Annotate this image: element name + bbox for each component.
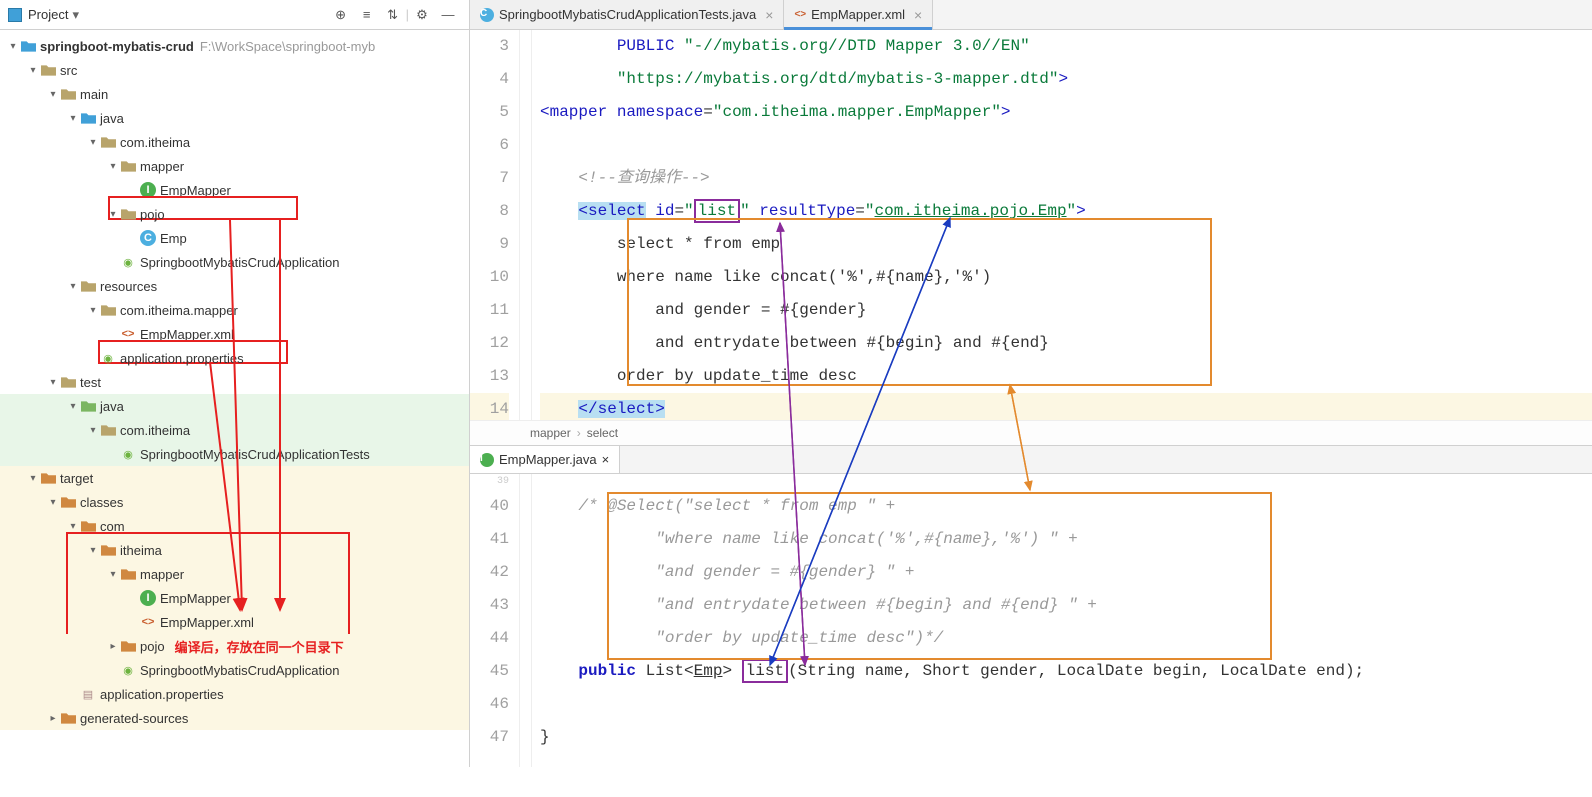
breadcrumb: mapper › select — [470, 420, 1592, 446]
gear-icon[interactable]: ⚙ — [413, 6, 431, 24]
expand-icon[interactable]: ⇅ — [384, 6, 402, 24]
tree-itheima[interactable]: ▾ itheima — [0, 538, 469, 562]
red-annotation-text: 编译后，存放在同一个目录下 — [175, 637, 344, 656]
project-label: Project — [28, 7, 68, 22]
spring-icon: ◉ — [120, 662, 136, 678]
target-icon[interactable]: ⊕ — [332, 6, 350, 24]
tree-res-mapper[interactable]: ▾ com.itheima.mapper — [0, 298, 469, 322]
project-sidebar: Project ▾ ⊕ ≡ ⇅ | ⚙ — ▾ springboot-mybat… — [0, 0, 470, 767]
tree-root[interactable]: ▾ springboot-mybatis-crud F:\WorkSpace\s… — [0, 34, 469, 58]
tree-test[interactable]: ▾ test — [0, 370, 469, 394]
gutter: 394041424344454647 — [470, 474, 520, 767]
tab-label: SpringbootMybatisCrudApplicationTests.ja… — [499, 7, 756, 22]
project-icon — [8, 8, 22, 22]
project-tree: ▾ springboot-mybatis-crud F:\WorkSpace\s… — [0, 30, 469, 767]
editor-tab-bar: C SpringbootMybatisCrudApplicationTests.… — [470, 0, 1592, 30]
project-path: F:\WorkSpace\springboot-myb — [200, 39, 375, 54]
close-icon[interactable]: × — [765, 7, 773, 23]
tree-java[interactable]: ▾ java — [0, 106, 469, 130]
tree-resources[interactable]: ▾ resources — [0, 274, 469, 298]
tree-app-main[interactable]: ▾◉ SpringbootMybatisCrudApplication — [0, 250, 469, 274]
tree-pojo[interactable]: ▾ pojo — [0, 202, 469, 226]
close-icon[interactable]: × — [914, 7, 922, 23]
tab-label: EmpMapper.java — [499, 452, 597, 467]
crumb[interactable]: select — [587, 426, 618, 440]
spring-icon: ◉ — [120, 446, 136, 462]
tree-app-props[interactable]: ▾◉ application.properties — [0, 346, 469, 370]
code-body[interactable]: /* @Select("select * from emp " + "where… — [532, 474, 1592, 767]
tree-emp-mapper2[interactable]: ▾I EmpMapper — [0, 586, 469, 610]
tree-emp-mapper[interactable]: ▾I EmpMapper — [0, 178, 469, 202]
tree-emp[interactable]: ▾C Emp — [0, 226, 469, 250]
class-icon: C — [140, 230, 156, 246]
tree-app-tests[interactable]: ▾◉ SpringbootMybatisCrudApplicationTests — [0, 442, 469, 466]
java-editor[interactable]: 394041424344454647 /* @Select("select * … — [470, 474, 1592, 767]
secondary-tab-bar: I EmpMapper.java × — [470, 446, 1592, 474]
tree-mapper[interactable]: ▾ mapper — [0, 154, 469, 178]
crumb[interactable]: mapper — [530, 426, 571, 440]
xml-editor[interactable]: 34567891011121314 PUBLIC "-//mybatis.org… — [470, 30, 1592, 420]
tree-app-props2[interactable]: ▾▤ application.properties — [0, 682, 469, 706]
tab-java[interactable]: I EmpMapper.java × — [470, 446, 620, 473]
project-name[interactable]: springboot-mybatis-crud — [40, 39, 194, 54]
gutter: 34567891011121314 — [470, 30, 520, 420]
interface-icon: I — [480, 453, 494, 467]
tree-emp-mapper-xml2[interactable]: ▾<> EmpMapper.xml — [0, 610, 469, 634]
tree-mapper2[interactable]: ▾ mapper — [0, 562, 469, 586]
tree-com[interactable]: ▾ com — [0, 514, 469, 538]
collapse-icon[interactable]: ≡ — [358, 6, 376, 24]
hide-icon[interactable]: — — [439, 6, 457, 24]
tab-label: EmpMapper.xml — [811, 7, 905, 22]
close-icon[interactable]: × — [602, 452, 610, 467]
tree-main[interactable]: ▾ main — [0, 82, 469, 106]
dropdown-arrow-icon[interactable]: ▾ — [72, 7, 79, 23]
interface-icon: I — [140, 182, 156, 198]
spring-icon: ◉ — [100, 350, 116, 366]
editor-area: C SpringbootMybatisCrudApplicationTests.… — [470, 0, 1592, 767]
tree-test-com-itheima[interactable]: ▾ com.itheima — [0, 418, 469, 442]
tree-emp-mapper-xml[interactable]: ▾<> EmpMapper.xml — [0, 322, 469, 346]
sidebar-header: Project ▾ ⊕ ≡ ⇅ | ⚙ — — [0, 0, 469, 30]
interface-icon: I — [140, 590, 156, 606]
tree-src[interactable]: ▾ src — [0, 58, 469, 82]
tree-generated[interactable]: ▸ generated-sources — [0, 706, 469, 730]
properties-icon: ▤ — [80, 686, 96, 702]
xml-icon: <> — [120, 326, 136, 342]
tree-pojo2[interactable]: ▸ pojo 编译后，存放在同一个目录下 — [0, 634, 469, 658]
tab-xml[interactable]: <> EmpMapper.xml × — [784, 0, 933, 29]
tab-tests[interactable]: C SpringbootMybatisCrudApplicationTests.… — [470, 0, 784, 29]
tree-app-main2[interactable]: ▾◉ SpringbootMybatisCrudApplication — [0, 658, 469, 682]
code-body[interactable]: PUBLIC "-//mybatis.org//DTD Mapper 3.0//… — [532, 30, 1592, 420]
tree-target[interactable]: ▾ target — [0, 466, 469, 490]
tree-com-itheima[interactable]: ▾ com.itheima — [0, 130, 469, 154]
xml-icon: <> — [140, 614, 156, 630]
tree-classes[interactable]: ▾ classes — [0, 490, 469, 514]
xml-icon: <> — [794, 9, 806, 20]
spring-icon: ◉ — [120, 254, 136, 270]
tree-test-java[interactable]: ▾ java — [0, 394, 469, 418]
class-icon: C — [480, 8, 494, 22]
